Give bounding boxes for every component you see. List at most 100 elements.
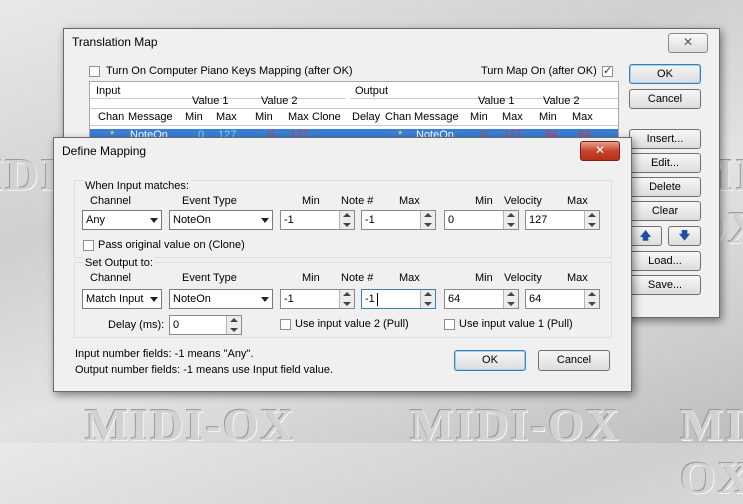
input-note-max-stepper[interactable]: -1 [361, 210, 436, 230]
column-header-in-chan[interactable]: Chan [98, 111, 124, 123]
input-min-header: Min [302, 195, 320, 207]
column-header-out-v1-min[interactable]: Min [470, 111, 488, 123]
input-value1-header: Value 1 [192, 95, 229, 107]
piano-keys-label: Turn On Computer Piano Keys Mapping (aft… [106, 65, 353, 77]
input-velocity-header: Velocity [504, 195, 542, 207]
define-mapping-dialog: Define Mapping ✕ When Input matches: Cha… [53, 137, 632, 392]
arrow-down-icon: 🡇 [678, 230, 691, 242]
spin-arrows-icon[interactable] [420, 290, 435, 308]
output-value2-header: Value 2 [543, 95, 580, 107]
column-header-in-v1-min[interactable]: Min [185, 111, 203, 123]
column-header-in-message[interactable]: Message [128, 111, 173, 123]
output-event-type-select[interactable]: NoteOn [169, 289, 273, 309]
column-header-in-v2-min[interactable]: Min [255, 111, 273, 123]
spin-arrows-icon[interactable] [503, 290, 518, 308]
text-cursor [377, 293, 378, 306]
ok-button[interactable]: OK [629, 64, 701, 84]
chevron-down-icon [150, 297, 158, 302]
translation-map-title: Translation Map [72, 35, 158, 49]
input-event-type-header: Event Type [182, 195, 237, 207]
when-input-label: When Input matches: [83, 180, 191, 192]
watermark-bottom-1: MIDI-OX [85, 399, 296, 450]
output-max-header: Max [399, 272, 420, 284]
load-button[interactable]: Load... [629, 251, 701, 271]
insert-button[interactable]: Insert... [629, 129, 701, 149]
input-header: Input [96, 85, 121, 97]
column-header-in-clone[interactable]: Clone [312, 111, 341, 123]
output-max2-header: Max [567, 272, 588, 284]
define-mapping-close-button[interactable]: ✕ [580, 141, 620, 161]
delete-button[interactable]: Delete [629, 177, 701, 197]
spin-arrows-icon[interactable] [420, 211, 435, 229]
output-velocity-max-stepper[interactable]: 64 [525, 289, 600, 309]
mapping-list[interactable]: Input Output Value 1 Value 2 Value 1 Val… [89, 81, 619, 143]
turn-map-on-label: Turn Map On (after OK) [481, 65, 597, 77]
use-value2-checkbox[interactable] [280, 319, 291, 330]
input-value2-header: Value 2 [261, 95, 298, 107]
chevron-down-icon [261, 218, 269, 223]
output-value1-header: Value 1 [478, 95, 515, 107]
input-velocity-max-stepper[interactable]: 127 [525, 210, 600, 230]
set-output-label: Set Output to: [83, 257, 155, 269]
use-value1-label: Use input value 1 (Pull) [459, 318, 573, 330]
translation-map-close-button[interactable]: ✕ [668, 33, 708, 53]
spin-arrows-icon[interactable] [503, 211, 518, 229]
input-velocity-min-stepper[interactable]: 0 [444, 210, 519, 230]
piano-keys-checkbox[interactable] [89, 66, 100, 77]
dialog-ok-button[interactable]: OK [454, 350, 526, 371]
column-header-out-v1-max[interactable]: Max [502, 111, 523, 123]
output-velocity-header: Velocity [504, 272, 542, 284]
spin-arrows-icon[interactable] [339, 211, 354, 229]
input-event-type-select[interactable]: NoteOn [169, 210, 273, 230]
column-header-out-message[interactable]: Message [414, 111, 459, 123]
column-header-out-chan[interactable]: Chan [385, 111, 411, 123]
output-channel-header: Channel [90, 272, 131, 284]
cancel-button[interactable]: Cancel [629, 89, 701, 109]
clear-button[interactable]: Clear [629, 201, 701, 221]
arrow-up-icon: 🡅 [639, 230, 652, 242]
input-note-header: Note # [341, 195, 374, 207]
delay-label: Delay (ms): [108, 319, 165, 331]
output-header: Output [355, 85, 389, 97]
use-value2-label: Use input value 2 (Pull) [295, 318, 409, 330]
delay-stepper[interactable]: 0 [169, 315, 242, 335]
spin-arrows-icon[interactable] [339, 290, 354, 308]
move-down-button[interactable]: 🡇 [668, 226, 701, 246]
column-header-in-v2-max[interactable]: Max [288, 111, 309, 123]
output-note-max-stepper[interactable]: -1 [361, 289, 436, 309]
column-header-in-v1-max[interactable]: Max [216, 111, 237, 123]
watermark-bottom-2: MIDI-OX [410, 399, 621, 450]
input-channel-header: Channel [90, 195, 131, 207]
edit-button[interactable]: Edit... [629, 153, 701, 173]
output-note-min-stepper[interactable]: -1 [280, 289, 355, 309]
save-button[interactable]: Save... [629, 275, 701, 295]
move-up-button[interactable]: 🡅 [629, 226, 662, 246]
footer-note-input: Input number fields: -1 means "Any". [75, 348, 254, 360]
output-channel-select[interactable]: Match Input [82, 289, 162, 309]
input-min2-header: Min [475, 195, 493, 207]
spin-arrows-icon[interactable] [584, 211, 599, 229]
column-header-out-delay[interactable]: Delay [352, 111, 380, 123]
output-velocity-min-stepper[interactable]: 64 [444, 289, 519, 309]
output-event-type-header: Event Type [182, 272, 237, 284]
use-value1-checkbox[interactable] [444, 319, 455, 330]
translation-map-titlebar: Translation Map [64, 29, 719, 55]
dialog-cancel-button[interactable]: Cancel [538, 350, 610, 371]
output-min2-header: Min [475, 272, 493, 284]
watermark-bottom-3: MIDI-OX [680, 399, 743, 503]
define-mapping-title: Define Mapping [62, 144, 147, 158]
spin-arrows-icon[interactable] [226, 316, 241, 334]
output-note-header: Note # [341, 272, 374, 284]
input-channel-select[interactable]: Any [82, 210, 162, 230]
turn-map-on-checkbox[interactable]: ✓ [602, 65, 613, 77]
output-min-header: Min [302, 272, 320, 284]
chevron-down-icon [150, 218, 158, 223]
chevron-down-icon [261, 297, 269, 302]
pass-original-checkbox[interactable] [83, 240, 94, 251]
pass-original-label: Pass original value on (Clone) [98, 239, 245, 251]
input-note-min-stepper[interactable]: -1 [280, 210, 355, 230]
spin-arrows-icon[interactable] [584, 290, 599, 308]
column-header-out-v2-max[interactable]: Max [572, 111, 593, 123]
column-header-out-v2-min[interactable]: Min [539, 111, 557, 123]
checkmark-icon: ✓ [603, 65, 613, 77]
